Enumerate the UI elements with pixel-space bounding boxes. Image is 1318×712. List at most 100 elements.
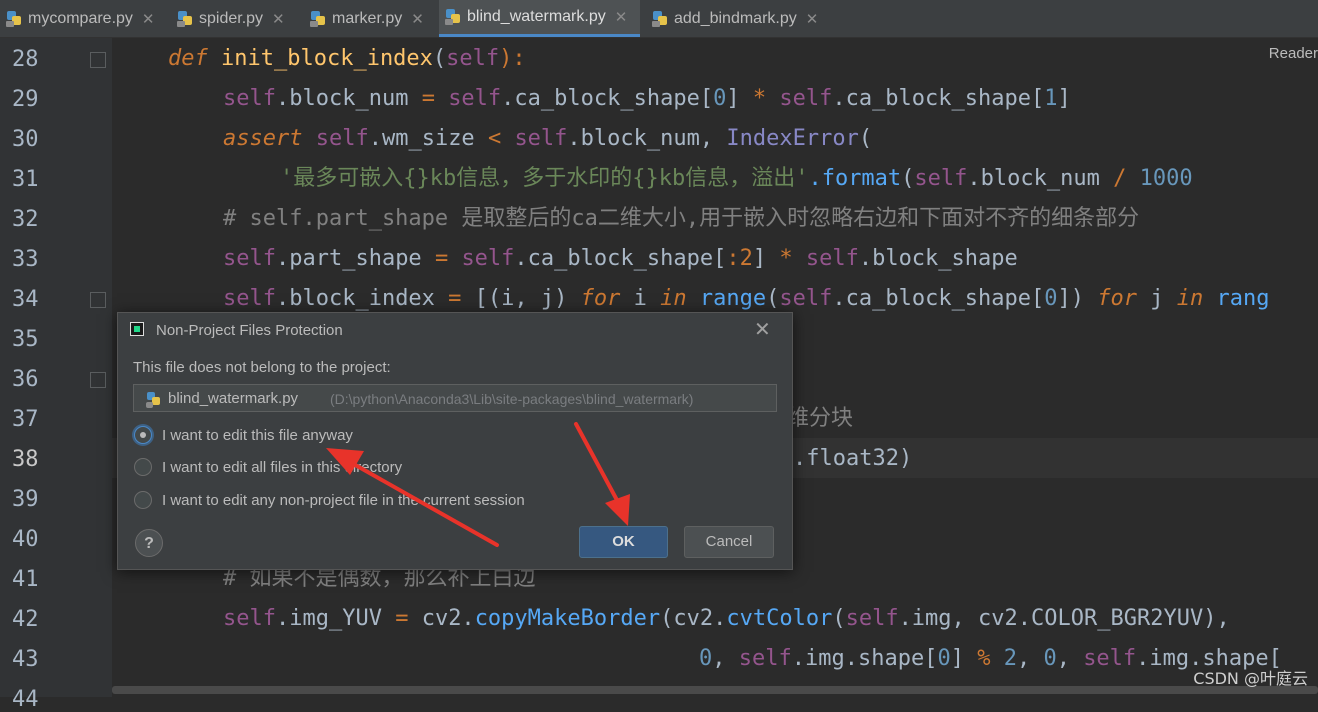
operator: * [752, 86, 767, 111]
code-line-30[interactable]: assert self.wm_size < self.block_num, In… [223, 127, 872, 151]
self-token: self [448, 86, 502, 111]
code-text: .img_YUV [275, 606, 396, 631]
number: 2 [1003, 646, 1017, 671]
tab-spider[interactable]: spider.py ✕ [171, 0, 299, 37]
string-literal: '最多可嵌入{}kb信息，多于水印的{}kb信息，溢出' [280, 166, 809, 191]
close-icon[interactable]: ✕ [806, 10, 819, 28]
operator: * [779, 246, 793, 271]
code-text: ] [1057, 86, 1071, 111]
code-line-34[interactable]: self.block_index = [(i, j) for i in rang… [223, 287, 1270, 311]
line-number-current: 38 [12, 447, 39, 472]
radio-edit-session[interactable] [134, 491, 152, 509]
close-icon[interactable]: ✕ [142, 10, 155, 28]
code-text: j [1137, 286, 1177, 311]
tab-label: marker.py [332, 9, 403, 27]
code-line-29[interactable]: self.block_num = self.ca_block_shape[0] … [223, 87, 1071, 111]
close-icon[interactable]: ✕ [754, 317, 771, 342]
reader-mode-label[interactable]: Reader [1269, 45, 1318, 62]
code-line-38[interactable]: .float32) [793, 447, 912, 471]
line-number: 29 [12, 87, 39, 112]
code-line-41-comment[interactable]: # 如果不是偶数，那么补上白边 [223, 567, 536, 591]
code-text: .ca_block_shape[ [514, 246, 727, 271]
line-number: 42 [12, 607, 39, 632]
radio-label-edit-session[interactable]: I want to edit any non-project file in t… [162, 492, 525, 509]
operator: = [421, 86, 435, 111]
code-text: ] [726, 86, 753, 111]
tab-label: mycompare.py [28, 9, 133, 27]
close-icon[interactable]: ✕ [615, 8, 628, 26]
line-number: 40 [12, 527, 39, 552]
operator: = [434, 246, 449, 271]
self-token: self [315, 126, 369, 151]
function-name: init_block_index [221, 46, 433, 71]
file-name: blind_watermark.py [168, 390, 299, 407]
self-token: self [446, 46, 500, 71]
self-token: self [223, 86, 276, 111]
keyword: for [580, 286, 621, 311]
code-line-28[interactable]: def init_block_index(self): [168, 47, 526, 71]
code-text: .img, cv2.COLOR_BGR2YUV), [898, 606, 1230, 631]
self-token: self [738, 646, 792, 671]
radio-label-edit-this-file[interactable]: I want to edit this file anyway [162, 427, 353, 444]
line-number: 36 [12, 367, 39, 392]
line-number: 41 [12, 567, 39, 592]
line-number: 34 [12, 287, 39, 312]
dialog-title: Non-Project Files Protection [156, 322, 343, 339]
horizontal-scrollbar[interactable] [112, 686, 1318, 694]
line-number: 35 [12, 327, 39, 352]
code-text: .wm_size [368, 126, 488, 151]
code-line-42[interactable]: self.img_YUV = cv2.copyMakeBorder(cv2.cv… [223, 607, 1230, 631]
fold-marker-icon[interactable] [90, 372, 106, 388]
line-number: 31 [12, 167, 39, 192]
code-text: ( [858, 126, 873, 151]
tab-add-bindmark[interactable]: add_bindmark.py ✕ [646, 0, 826, 37]
radio-edit-directory[interactable] [134, 458, 152, 476]
help-icon[interactable]: ? [135, 529, 163, 557]
tab-blind-watermark[interactable]: blind_watermark.py ✕ [439, 0, 640, 37]
radio-edit-this-file[interactable] [134, 426, 152, 444]
file-path: (D:\python\Anaconda3\Lib\site-packages\b… [330, 391, 694, 407]
operator: < [487, 126, 502, 151]
tab-marker[interactable]: marker.py ✕ [304, 0, 436, 37]
code-text: .block_index [275, 286, 449, 311]
keyword: in [660, 286, 687, 311]
code-line-32-comment[interactable]: # self.part_shape 是取整后的ca二维大小,用于嵌入时忽略右边和… [223, 207, 1139, 231]
line-number: 30 [12, 127, 39, 152]
line-number: 44 [12, 687, 39, 712]
self-token: self [223, 606, 276, 631]
close-icon[interactable]: ✕ [411, 10, 424, 28]
keyword: def [168, 46, 208, 71]
function-call: copyMakeBorder [474, 606, 661, 631]
code-text: ( [432, 46, 447, 71]
keyword: in [1176, 286, 1204, 311]
python-file-icon [146, 392, 162, 408]
keyword: assert [223, 126, 303, 151]
code-text: .block_shape [858, 246, 1018, 271]
number: 0 [1044, 286, 1058, 311]
code-line-37-comment[interactable]: 维分块 [787, 407, 853, 431]
line-number: 28 [12, 47, 39, 72]
fold-marker-icon[interactable] [90, 292, 106, 308]
ok-button[interactable]: OK [579, 526, 668, 558]
code-text: ( [832, 606, 846, 631]
code-line-33[interactable]: self.part_shape = self.ca_block_shape[:2… [223, 247, 1018, 271]
close-icon[interactable]: ✕ [272, 10, 285, 28]
dialog-titlebar[interactable]: Non-Project Files Protection ✕ [118, 313, 792, 346]
code-text: ]) [1057, 286, 1098, 311]
line-number: 32 [12, 207, 39, 232]
editor-tab-bar: mycompare.py ✕ spider.py ✕ marker.py ✕ b… [0, 0, 1318, 38]
number: 0 [1043, 646, 1057, 671]
cancel-button[interactable]: Cancel [684, 526, 774, 558]
code-text: .block_num, [567, 126, 727, 151]
code-text: .ca_block_shape[ [832, 86, 1045, 111]
fold-marker-icon[interactable] [90, 52, 106, 68]
file-info-box: blind_watermark.py (D:\python\Anaconda3\… [133, 384, 777, 412]
code-text: .block_num [275, 86, 422, 111]
number: 1 [1044, 86, 1058, 111]
tab-mycompare[interactable]: mycompare.py ✕ [0, 0, 162, 37]
line-number: 33 [12, 247, 39, 272]
radio-label-edit-directory[interactable]: I want to edit all files in this directo… [162, 459, 402, 476]
code-line-31[interactable]: '最多可嵌入{}kb信息，多于水印的{}kb信息，溢出'.format(self… [280, 167, 1193, 191]
